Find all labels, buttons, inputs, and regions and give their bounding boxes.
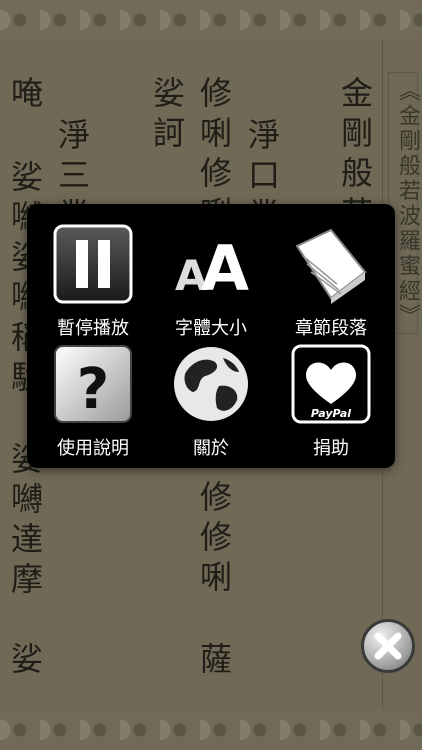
decorative-border-top: [0, 0, 422, 40]
close-icon: [374, 632, 402, 660]
text-column: 娑訶: [148, 76, 186, 156]
donate-label: 捐助: [313, 438, 349, 459]
decorative-border-bottom: [0, 710, 422, 750]
about-label: 關於: [193, 438, 229, 459]
pause-label: 暫停播放: [57, 318, 129, 339]
svg-text:A: A: [201, 232, 249, 304]
help-button[interactable]: ? 使用說明: [43, 344, 143, 460]
donate-button[interactable]: PayPal 捐助: [281, 344, 381, 460]
chapters-button[interactable]: 章節段落: [281, 224, 381, 340]
about-button[interactable]: 關於: [161, 344, 261, 460]
text-column: 娑: [6, 642, 44, 682]
pause-button[interactable]: 暫停播放: [43, 224, 143, 340]
heart-icon: PayPal: [291, 344, 371, 424]
sutra-title: 《金剛般若波羅蜜經》: [395, 79, 420, 329]
pause-icon: [53, 224, 133, 304]
text-column: 薩: [195, 642, 233, 682]
menu-overlay: 暫停播放 A A 字體大小 章節段落 ? 使用說明 關於 PayPal 捐助: [27, 204, 395, 468]
globe-icon: [174, 347, 248, 421]
help-icon: ?: [54, 345, 132, 423]
book-icon: [295, 228, 367, 304]
chapters-label: 章節段落: [295, 318, 367, 339]
paypal-logo: PayPal: [311, 407, 351, 420]
svg-text:?: ?: [77, 357, 109, 422]
text-column: 修修唎: [195, 480, 233, 600]
help-label: 使用說明: [57, 438, 129, 459]
font-size-label: 字體大小: [175, 318, 247, 339]
font-size-icon: A A: [175, 232, 249, 305]
font-size-button[interactable]: A A 字體大小: [161, 224, 261, 340]
close-button[interactable]: [361, 619, 415, 673]
text-column: 唵: [6, 76, 44, 116]
